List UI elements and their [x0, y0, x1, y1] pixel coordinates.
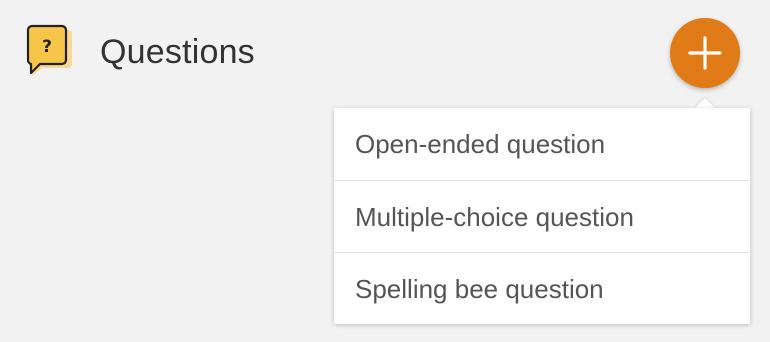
question-speech-bubble-icon: ?	[26, 24, 74, 78]
question-mark-glyph: ?	[42, 37, 52, 57]
menu-item-spelling-bee[interactable]: Spelling bee question	[334, 252, 750, 324]
menu-item-open-ended[interactable]: Open-ended question	[334, 108, 750, 180]
page-header: ? Questions	[0, 0, 770, 100]
menu-item-multiple-choice[interactable]: Multiple-choice question	[334, 180, 750, 252]
add-question-button[interactable]	[670, 18, 740, 88]
page-title: Questions	[100, 33, 255, 71]
plus-icon	[688, 36, 722, 70]
question-type-menu: Open-ended question Multiple-choice ques…	[334, 108, 750, 324]
